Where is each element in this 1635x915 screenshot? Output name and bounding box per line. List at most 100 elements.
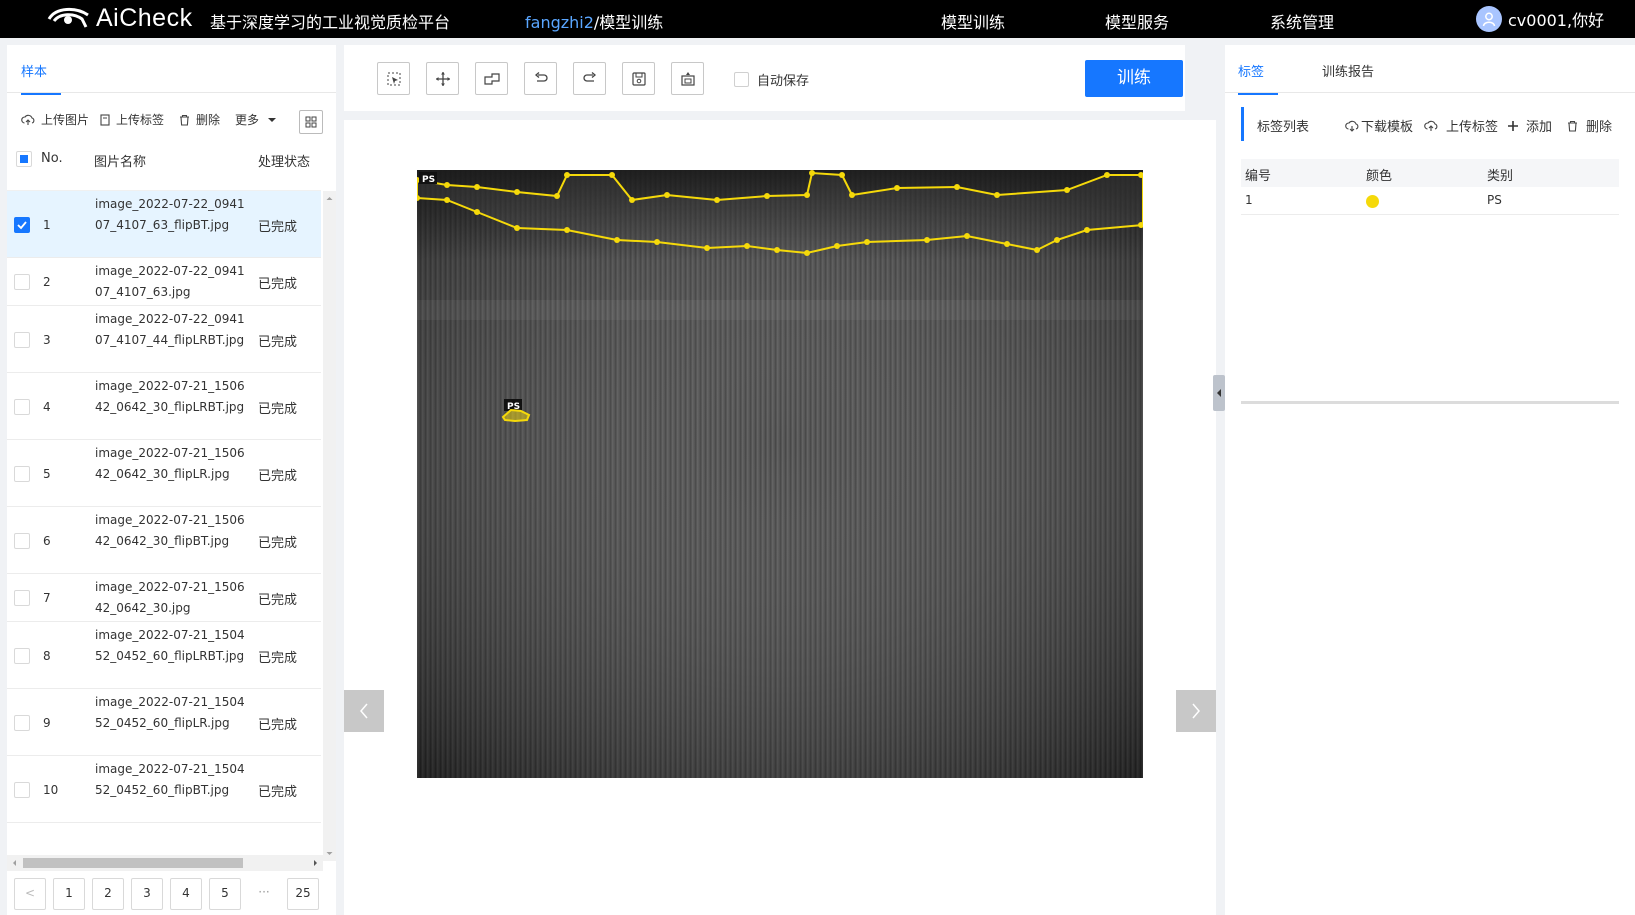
last-page-button[interactable]: 25: [287, 878, 319, 910]
row-checkbox[interactable]: [14, 781, 30, 798]
page-5-button[interactable]: 5: [209, 878, 241, 910]
horizontal-scroll-thumb[interactable]: [23, 858, 243, 868]
polygon-vertex[interactable]: [894, 185, 900, 191]
breadcrumb-project[interactable]: fangzhi2: [525, 13, 594, 32]
polygon-vertex[interactable]: [514, 225, 520, 231]
fit-screen-button[interactable]: [671, 62, 704, 95]
table-row[interactable]: 9 image_2022-07-21_150452_0452_60_flipLR.…: [7, 689, 321, 756]
table-row[interactable]: 7 image_2022-07-21_150642_0642_30.jpg 已完成: [7, 574, 321, 622]
polygon-vertex[interactable]: [704, 245, 710, 251]
polygon-vertex[interactable]: [839, 172, 845, 178]
delete-sample-button[interactable]: 删除: [179, 111, 220, 128]
pagination-ellipsis[interactable]: ···: [248, 878, 280, 910]
sample-vertical-scrollbar[interactable]: [323, 191, 336, 861]
table-row[interactable]: 3 image_2022-07-22_094107_4107_44_flipLRB…: [7, 306, 321, 373]
prev-image-button[interactable]: [344, 690, 384, 732]
polygon-vertex[interactable]: [744, 243, 750, 249]
save-button[interactable]: [622, 62, 655, 95]
polygon-vertex[interactable]: [964, 233, 970, 239]
polygon-vertex[interactable]: [444, 182, 450, 188]
delete-label-button[interactable]: 删除: [1567, 116, 1612, 135]
polygon-vertex[interactable]: [664, 192, 670, 198]
polygon-vertex[interactable]: [654, 239, 660, 245]
label-color-swatch[interactable]: [1366, 195, 1379, 208]
table-row[interactable]: 4 image_2022-07-21_150642_0642_30_flipLRB…: [7, 373, 321, 440]
polygon-vertex[interactable]: [834, 243, 840, 249]
logo[interactable]: AiCheck: [46, 4, 193, 33]
polygon-vertex[interactable]: [1004, 241, 1010, 247]
polygon-vertex[interactable]: [629, 197, 635, 203]
tab-training-report[interactable]: 训练报告: [1322, 61, 1374, 80]
row-checkbox[interactable]: [14, 216, 30, 233]
page-3-button[interactable]: 3: [131, 878, 163, 910]
polygon-vertex[interactable]: [474, 209, 480, 215]
polygon-vertex[interactable]: [804, 250, 810, 256]
upload-label-button[interactable]: 上传标签: [100, 111, 164, 128]
table-row[interactable]: 8 image_2022-07-21_150452_0452_60_flipLRB…: [7, 622, 321, 689]
table-row[interactable]: 1 image_2022-07-22_094107_4107_63_flipBT.…: [7, 191, 321, 258]
table-row[interactable]: 5 image_2022-07-21_150642_0642_30_flipLR.…: [7, 440, 321, 507]
sample-horizontal-scrollbar[interactable]: [7, 855, 323, 871]
next-image-button[interactable]: [1176, 690, 1216, 732]
select-all-checkbox[interactable]: [16, 151, 32, 167]
move-tool-button[interactable]: [426, 62, 459, 95]
polygon-vertex[interactable]: [924, 237, 930, 243]
nav-model-training[interactable]: 模型训练: [941, 9, 1005, 33]
grid-view-button[interactable]: [299, 110, 323, 134]
polygon-vertex[interactable]: [1034, 247, 1040, 253]
row-checkbox[interactable]: [14, 465, 30, 482]
add-label-button[interactable]: 添加: [1507, 116, 1552, 135]
polygon-vertex[interactable]: [514, 189, 520, 195]
prev-page-button[interactable]: <: [14, 878, 46, 910]
row-checkbox[interactable]: [14, 532, 30, 549]
upload-labels-button[interactable]: 上传标签: [1424, 116, 1498, 135]
user-menu[interactable]: cv0001,你好: [1476, 6, 1604, 32]
polygon-vertex[interactable]: [714, 197, 720, 203]
label-row[interactable]: 1 PS: [1241, 187, 1619, 215]
nav-system-management[interactable]: 系统管理: [1270, 9, 1334, 33]
row-checkbox[interactable]: [14, 274, 30, 290]
label-panel-scrollbar[interactable]: [1241, 401, 1619, 404]
polygon-vertex[interactable]: [564, 172, 570, 178]
train-button[interactable]: 训练: [1085, 60, 1183, 97]
polygon-vertex[interactable]: [809, 170, 815, 176]
polygon-vertex[interactable]: [614, 237, 620, 243]
polygon-tool-button[interactable]: [475, 62, 508, 95]
polygon-vertex[interactable]: [849, 192, 855, 198]
upload-image-button[interactable]: 上传图片: [21, 111, 89, 128]
page-4-button[interactable]: 4: [170, 878, 202, 910]
polygon-vertex[interactable]: [1104, 172, 1110, 178]
table-row[interactable]: 6 image_2022-07-21_150642_0642_30_flipBT.…: [7, 507, 321, 574]
row-checkbox[interactable]: [14, 398, 30, 415]
polygon-vertex[interactable]: [474, 184, 480, 190]
table-row[interactable]: 10 image_2022-07-21_150452_0452_60_flipBT…: [7, 756, 321, 823]
polygon-vertex[interactable]: [864, 239, 870, 245]
more-dropdown[interactable]: 更多: [235, 111, 277, 128]
polygon-vertex[interactable]: [554, 193, 560, 199]
polygon-vertex[interactable]: [994, 192, 1000, 198]
autosave-box[interactable]: [734, 72, 749, 87]
tab-samples[interactable]: 样本: [21, 61, 61, 95]
nav-model-service[interactable]: 模型服务: [1105, 9, 1169, 33]
row-checkbox[interactable]: [14, 331, 30, 348]
autosave-checkbox[interactable]: 自动保存: [734, 70, 809, 89]
polygon-vertex[interactable]: [1064, 187, 1070, 193]
polygon-vertex[interactable]: [444, 197, 450, 203]
undo-button[interactable]: [524, 62, 557, 95]
row-checkbox[interactable]: [14, 590, 30, 606]
polygon-vertex[interactable]: [1084, 227, 1090, 233]
polygon-vertex[interactable]: [774, 247, 780, 253]
polygon-vertex[interactable]: [804, 192, 810, 198]
page-1-button[interactable]: 1: [53, 878, 85, 910]
polygon-vertex[interactable]: [764, 193, 770, 199]
row-checkbox[interactable]: [14, 714, 30, 731]
download-template-button[interactable]: 下载模板: [1345, 116, 1413, 135]
page-2-button[interactable]: 2: [92, 878, 124, 910]
tab-labels[interactable]: 标签: [1238, 61, 1278, 95]
polygon-vertex[interactable]: [954, 184, 960, 190]
polygon-vertex[interactable]: [609, 172, 615, 178]
select-tool-button[interactable]: [377, 62, 410, 95]
redo-button[interactable]: [573, 62, 606, 95]
polygon-vertex[interactable]: [1054, 237, 1060, 243]
row-checkbox[interactable]: [14, 647, 30, 664]
